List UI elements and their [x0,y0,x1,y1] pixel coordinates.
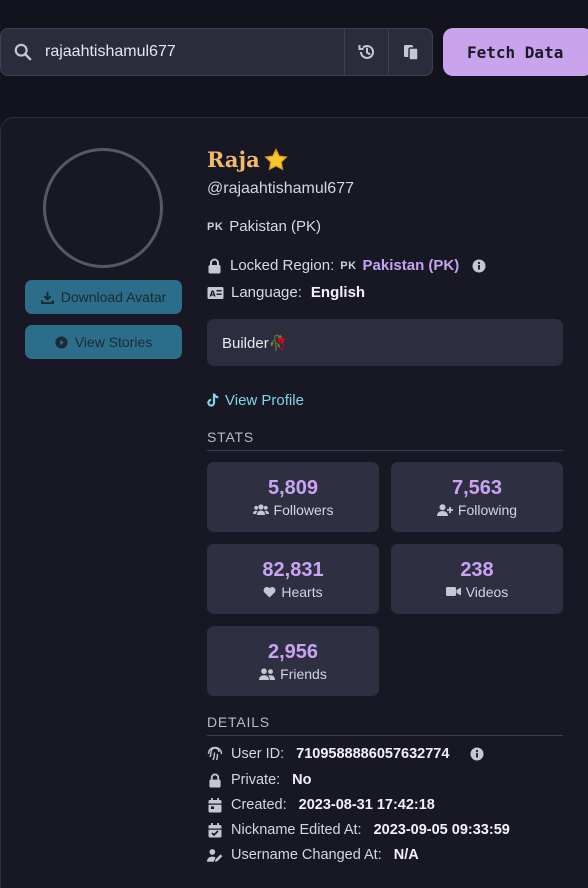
search-icon [1,29,45,75]
stat-label: Followers [273,501,334,518]
country-name: Pakistan (PK) [229,218,321,235]
stats-title: STATS [207,429,563,451]
view-profile-label: View Profile [225,392,304,409]
stat-hearts: 82,831 Hearts [207,544,379,614]
friends-icon [259,667,276,680]
stat-videos: 238 Videos [391,544,563,614]
detail-value: 7109588886057632774 [296,746,450,762]
detail-private: Private: No [207,772,312,788]
fetch-data-button[interactable]: Fetch Data [443,28,588,76]
view-profile-link[interactable]: View Profile [207,392,304,409]
username: @rajaahtishamul677 [207,180,354,197]
bio: Builder🥀 [207,319,563,366]
svg-text:A: A [210,289,217,298]
language-icon: A [207,286,224,299]
stat-following: 7,563 Following [391,462,563,532]
locked-region-row: Locked Region: PK Pakistan (PK) [207,257,486,274]
stat-label: Following [457,501,518,518]
language-value: English [310,284,366,301]
lock-icon [207,773,223,788]
paste-icon [403,45,419,61]
detail-label: User ID: [231,746,285,762]
stat-label: Videos [465,583,509,600]
download-icon [40,291,54,304]
fingerprint-icon [207,746,223,762]
locked-region-code: PK [340,259,357,272]
stat-value: 2,956 [267,640,319,663]
detail-label: Nickname Edited At: [231,822,362,838]
detail-label: Created: [231,797,287,813]
stat-value: 82,831 [262,558,324,581]
download-avatar-button[interactable]: Download Avatar [25,280,182,314]
view-stories-button[interactable]: View Stories [25,325,182,359]
stat-value: 238 [460,558,494,581]
star-icon [264,148,288,171]
stat-followers: 5,809 Followers [207,462,379,532]
stat-value: 5,809 [267,476,319,499]
language-row: A Language: English [207,284,365,301]
nickname-text: Raja [207,147,260,172]
calendar-check-icon [207,822,223,838]
stat-label: Friends [280,665,327,682]
lock-icon [208,258,221,273]
detail-label: Username Changed At: [231,847,382,863]
download-avatar-label: Download Avatar [60,289,167,305]
detail-username-changed: Username Changed At: N/A [207,847,419,863]
paste-button[interactable] [388,29,432,75]
country-row: PK Pakistan (PK) [207,218,321,235]
detail-label: Private: [231,772,281,788]
play-circle-icon [55,335,68,349]
stat-friends: 2,956 Friends [207,626,379,696]
language-label: Language: [231,284,302,301]
detail-nickname-edited: Nickname Edited At: 2023-09-05 09:33:59 [207,822,510,838]
detail-user-id: User ID: 7109588886057632774 [207,746,484,762]
details-title: DETAILS [207,714,563,736]
history-button[interactable] [344,29,388,75]
history-icon [358,44,374,59]
detail-value: 2023-09-05 09:33:59 [373,822,510,838]
video-icon [445,587,461,596]
stat-value: 7,563 [451,476,503,499]
view-stories-label: View Stories [74,334,153,350]
stat-label: Hearts [281,583,323,600]
user-edit-icon [207,848,223,863]
search-bar [0,28,433,76]
detail-value: No [292,772,312,788]
user-plus-icon [436,503,453,516]
detail-value: N/A [393,847,419,863]
users-icon [252,504,269,515]
search-input[interactable] [45,29,344,75]
heart-icon [263,586,276,597]
country-code: PK [207,220,224,233]
calendar-icon [207,797,223,813]
locked-region-value: Pakistan (PK) [362,257,460,274]
info-icon[interactable] [470,747,484,761]
nickname: Raja [207,147,288,172]
detail-value: 2023-08-31 17:42:18 [298,797,435,813]
avatar [43,148,163,268]
detail-created: Created: 2023-08-31 17:42:18 [207,797,435,813]
locked-region-label: Locked Region: [230,257,335,274]
info-icon[interactable] [472,259,486,273]
tiktok-icon [207,393,219,407]
